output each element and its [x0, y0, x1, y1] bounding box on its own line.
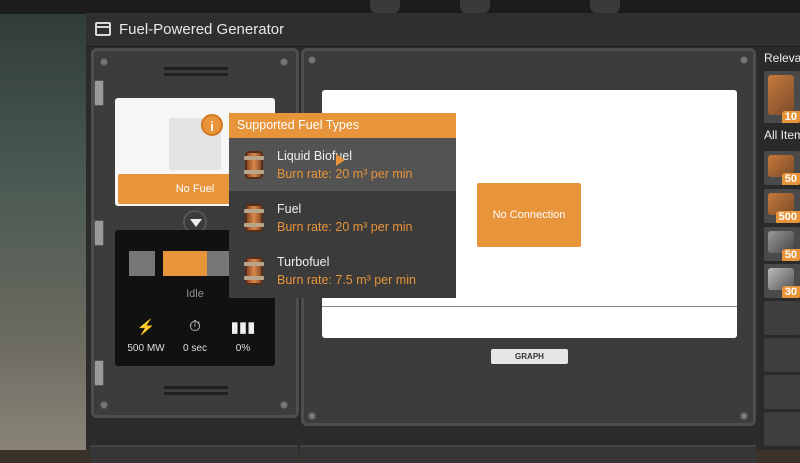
- stopwatch-icon: ⏱: [189, 318, 201, 335]
- graph-baseline: [322, 306, 737, 307]
- screw: [100, 58, 108, 66]
- hinge: [94, 80, 104, 106]
- hinge: [94, 360, 104, 386]
- liquid-biofuel-icon: [244, 151, 264, 179]
- item-thumbnail: [768, 75, 794, 115]
- supported-fuel-popup: Supported Fuel Types Liquid Biofuel Burn…: [229, 113, 456, 298]
- screw: [280, 58, 288, 66]
- fuel-burn-rate: Burn rate: 7.5 m³ per min: [277, 273, 416, 287]
- progress-segment-active: [163, 251, 207, 276]
- fuel-type-name: Turbofuel: [277, 255, 330, 269]
- mouse-cursor-icon: [336, 154, 345, 166]
- screw: [280, 401, 288, 409]
- popup-title: Supported Fuel Types: [229, 113, 456, 138]
- screw: [308, 412, 316, 420]
- top-hotbar: [0, 0, 800, 14]
- vent: [164, 392, 228, 395]
- bottom-tab-left[interactable]: [90, 445, 298, 463]
- graph-button[interactable]: GRAPH: [491, 349, 568, 364]
- fuel-burn-rate: Burn rate: 20 m³ per min: [277, 220, 413, 234]
- empty-slot[interactable]: [764, 301, 800, 335]
- inventory-item[interactable]: 50: [764, 227, 800, 261]
- fuel-burn-rate: Burn rate: 20 m³ per min: [277, 167, 413, 181]
- screw: [100, 401, 108, 409]
- item-count: 50: [781, 249, 800, 261]
- progress-segment: [129, 251, 155, 276]
- fuel-type-item[interactable]: Turbofuel Burn rate: 7.5 m³ per min: [229, 244, 456, 297]
- bottom-tab-right[interactable]: [300, 445, 756, 463]
- turbofuel-icon: [244, 257, 264, 285]
- info-icon[interactable]: i: [201, 114, 223, 136]
- time-stat: ⏱ 0 sec: [170, 318, 220, 354]
- inventory-item[interactable]: 10: [764, 71, 800, 123]
- power-stat: ⚡ 500 MW: [121, 318, 171, 354]
- vent: [164, 386, 228, 389]
- time-value: 0 sec: [183, 343, 207, 354]
- all-items-label: All Items: [764, 128, 800, 142]
- empty-slot[interactable]: [764, 338, 800, 372]
- power-value: 500 MW: [127, 343, 165, 354]
- item-count: 30: [781, 286, 800, 298]
- progress-segment: [207, 251, 229, 276]
- title-bar: Fuel-Powered Generator: [86, 13, 800, 47]
- empty-slot[interactable]: [764, 412, 800, 446]
- screw: [308, 56, 316, 64]
- bar-chart-icon: ▮▮▮: [230, 319, 256, 336]
- productivity-stat: ▮▮▮ 0%: [218, 318, 268, 354]
- vent: [164, 67, 228, 70]
- hinge: [94, 220, 104, 246]
- window-icon: [95, 22, 111, 36]
- productivity-value: 0%: [235, 343, 251, 354]
- screw: [740, 412, 748, 420]
- no-connection-box: No Connection: [477, 183, 581, 247]
- relevant-label: Relevant: [764, 51, 800, 65]
- inventory-item[interactable]: 30: [764, 264, 800, 298]
- item-count: 10: [781, 111, 800, 123]
- screw: [740, 56, 748, 64]
- fuel-type-name: Fuel: [277, 202, 302, 216]
- empty-slot[interactable]: [764, 375, 800, 409]
- item-count: 50: [781, 173, 800, 185]
- fuel-type-item[interactable]: Fuel Burn rate: 20 m³ per min: [229, 191, 456, 244]
- vent: [164, 73, 228, 76]
- window-title: Fuel-Powered Generator: [119, 21, 285, 38]
- lightning-icon: ⚡: [136, 319, 156, 336]
- inventory-sidebar: Relevant 10 All Items 50 500 50 30: [760, 47, 800, 450]
- fuel-icon: [244, 204, 264, 232]
- item-count: 500: [775, 211, 800, 223]
- inventory-item[interactable]: 50: [764, 151, 800, 185]
- inventory-item[interactable]: 500: [764, 189, 800, 223]
